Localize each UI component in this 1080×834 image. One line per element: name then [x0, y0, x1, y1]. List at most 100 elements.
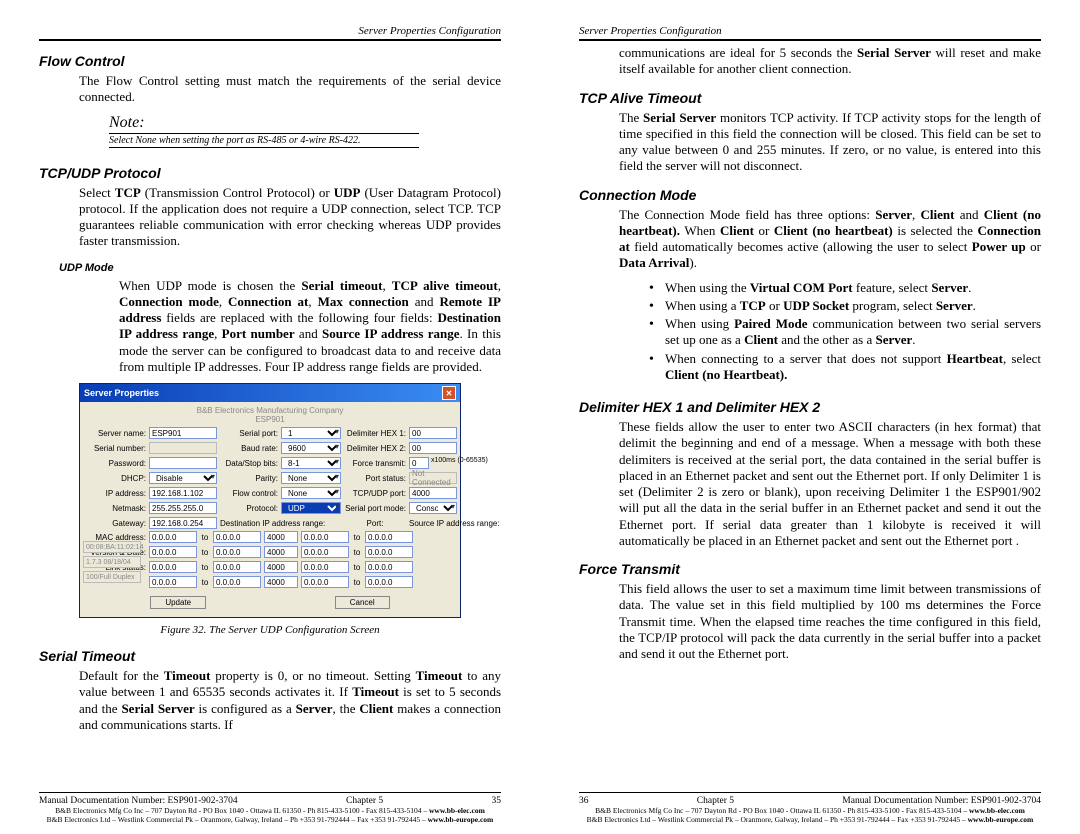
baud-select[interactable]: 9600 — [281, 442, 341, 454]
footer-line1: B&B Electronics Mfg Co Inc – 707 Dayton … — [39, 806, 501, 815]
spm-select[interactable]: Console — [409, 502, 457, 514]
update-button[interactable]: Update — [150, 596, 206, 609]
footer-line1-r: B&B Electronics Mfg Co Inc – 707 Dayton … — [579, 806, 1041, 815]
dsb-select[interactable]: 8-1 — [281, 457, 341, 469]
s2b[interactable] — [365, 546, 413, 558]
password-input[interactable] — [149, 457, 217, 469]
footer-right: 36 Chapter 5 Manual Documentation Number… — [579, 792, 1041, 824]
flow-select[interactable]: None — [281, 487, 341, 499]
serial-timeout-text: Default for the Timeout property is 0, o… — [79, 668, 501, 733]
server-name-input[interactable] — [149, 427, 217, 439]
footer-line2: B&B Electronics Ltd – Westlink Commercia… — [39, 815, 501, 824]
lbl-baud: Baud rate: — [220, 444, 278, 453]
lbl-forcetx: Force transmit: — [344, 459, 406, 468]
force-transmit-text: This field allows the user to set a maxi… — [619, 581, 1041, 662]
p3[interactable] — [264, 561, 298, 573]
cont-text: communications are ideal for 5 seconds t… — [619, 45, 1041, 78]
heading-connection-mode: Connection Mode — [579, 187, 1041, 203]
lbl-ip: IP address: — [86, 489, 146, 498]
to1: to — [200, 533, 210, 542]
figure-caption: Figure 32. The Server UDP Configuration … — [39, 624, 501, 636]
tcp-udp-text: Select TCP (Transmission Control Protoco… — [79, 185, 501, 250]
page-right: Server Properties Configuration communic… — [540, 0, 1080, 834]
list-item: When connecting to a server that does no… — [649, 351, 1041, 384]
heading-udp-mode: UDP Mode — [59, 262, 501, 274]
cancel-button[interactable]: Cancel — [335, 596, 390, 609]
heading-tcp-udp: TCP/UDP Protocol — [39, 165, 501, 181]
s4b[interactable] — [365, 576, 413, 588]
heading-flow-control: Flow Control — [39, 53, 501, 69]
s3b[interactable] — [365, 561, 413, 573]
r1b[interactable] — [213, 531, 261, 543]
lbl-delim2: Delimiter HEX 2: — [344, 444, 406, 453]
lbl-src-range: Source IP address range: — [409, 519, 457, 528]
forcetx-input[interactable] — [409, 457, 429, 469]
p2[interactable] — [264, 546, 298, 558]
note-box: Note: Select None when setting the port … — [109, 114, 419, 149]
lbl-portstat: Port status: — [344, 474, 406, 483]
r4b[interactable] — [213, 576, 261, 588]
list-item: When using the Virtual COM Port feature,… — [649, 280, 1041, 296]
dialog-company: B&B Electronics Manufacturing Company — [86, 406, 454, 415]
lbl-serial-port: Serial port: — [220, 429, 278, 438]
tcp-alive-text: The Serial Server monitors TCP activity.… — [619, 110, 1041, 175]
r2a[interactable] — [149, 546, 197, 558]
running-head-left: Server Properties Configuration — [39, 25, 501, 41]
heading-force-transmit: Force Transmit — [579, 561, 1041, 577]
r3a[interactable] — [149, 561, 197, 573]
r4a[interactable] — [149, 576, 197, 588]
ip-input[interactable] — [149, 487, 217, 499]
link-field: 100/Full Duplex — [83, 571, 141, 583]
s1a[interactable] — [301, 531, 349, 543]
dhcp-select[interactable]: Disable — [149, 472, 217, 484]
footer-chap-r: Chapter 5 — [697, 796, 734, 806]
portstat-field: Not Connected — [409, 472, 457, 484]
lbl-parity: Parity: — [220, 474, 278, 483]
list-item: When using Paired Mode communication bet… — [649, 316, 1041, 349]
tcpudpport-input[interactable] — [409, 487, 457, 499]
udp-mode-text: When UDP mode is chosen the Serial timeo… — [119, 278, 501, 376]
netmask-input[interactable] — [149, 502, 217, 514]
connection-mode-text: The Connection Mode field has three opti… — [619, 207, 1041, 272]
lbl-delim1: Delimiter HEX 1: — [344, 429, 406, 438]
delim1-input[interactable] — [409, 427, 457, 439]
s1b[interactable] — [365, 531, 413, 543]
p1[interactable] — [264, 531, 298, 543]
heading-tcp-alive: TCP Alive Timeout — [579, 90, 1041, 106]
delim2-input[interactable] — [409, 442, 457, 454]
delimiter-text: These fields allow the user to enter two… — [619, 419, 1041, 549]
lbl-tcpudpport: TCP/UDP port: — [344, 489, 406, 498]
p4[interactable] — [264, 576, 298, 588]
lbl-password: Password: — [86, 459, 146, 468]
note-title: Note: — [109, 114, 419, 132]
lbl-spm: Serial port mode: — [344, 504, 406, 513]
s3a[interactable] — [301, 561, 349, 573]
protocol-select[interactable]: UDP — [281, 502, 341, 514]
flow-control-text: The Flow Control setting must match the … — [79, 73, 501, 106]
note-text: Select None when setting the port as RS-… — [109, 135, 419, 146]
r2b[interactable] — [213, 546, 261, 558]
serial-port-select[interactable]: 1 — [281, 427, 341, 439]
footer-left: Manual Documentation Number: ESP901-902-… — [39, 792, 501, 824]
to1s: to — [352, 533, 362, 542]
heading-serial-timeout: Serial Timeout — [39, 648, 501, 664]
footer-doc: Manual Documentation Number: ESP901-902-… — [39, 796, 238, 806]
lbl-gateway: Gateway: — [86, 519, 146, 528]
lbl-server-name: Server name: — [86, 429, 146, 438]
lbl-netmask: Netmask: — [86, 504, 146, 513]
ver-field: 1.7.3 08/18/04 — [83, 556, 141, 568]
gateway-input[interactable] — [149, 517, 217, 529]
parity-select[interactable]: None — [281, 472, 341, 484]
lbl-flow: Flow control: — [220, 489, 278, 498]
lbl-dest-range: Destination IP address range: — [220, 519, 341, 528]
dialog-title: Server Properties — [84, 388, 159, 398]
footer-page-r: 36 — [579, 796, 589, 806]
r1a[interactable] — [149, 531, 197, 543]
r3b[interactable] — [213, 561, 261, 573]
dialog-titlebar[interactable]: Server Properties ✕ — [80, 384, 460, 402]
running-head-right: Server Properties Configuration — [579, 25, 1041, 41]
s4a[interactable] — [301, 576, 349, 588]
s2a[interactable] — [301, 546, 349, 558]
dialog-model: ESP901 — [86, 415, 454, 424]
close-icon[interactable]: ✕ — [442, 386, 456, 400]
